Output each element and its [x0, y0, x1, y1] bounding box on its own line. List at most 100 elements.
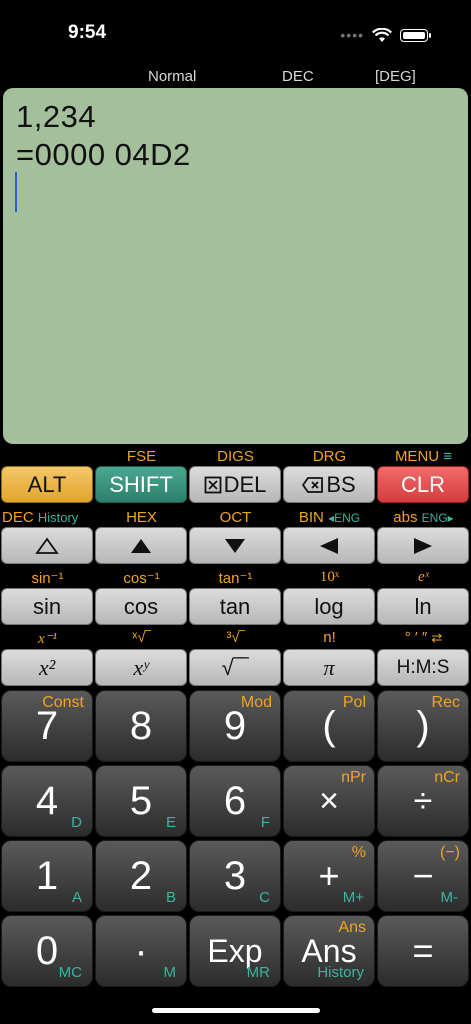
key-9-alt: Mod	[240, 694, 272, 711]
square-label: x²	[38, 654, 56, 680]
cos-button[interactable]: cos	[95, 588, 187, 625]
label-dec: DEC	[2, 509, 34, 526]
label-factorial: n!	[323, 629, 336, 646]
sqrt-label: √‾‾	[221, 654, 249, 680]
key-decimal-label: ·	[134, 928, 148, 973]
alt-button[interactable]: ALT	[1, 466, 93, 503]
key-divide[interactable]: ÷ nCr	[377, 765, 469, 837]
text-cursor	[15, 172, 17, 212]
key-2-label: 2	[129, 853, 153, 898]
key-add-label: +	[318, 855, 340, 896]
key-6-label: 6	[223, 778, 247, 823]
del-button[interactable]: DEL	[189, 466, 281, 503]
key-4-hex: D	[71, 814, 82, 831]
sin-button[interactable]: sin	[1, 588, 93, 625]
alt-label: ALT	[27, 471, 67, 497]
key-subtract[interactable]: − (−) M-	[377, 840, 469, 912]
label-degrees-text: ° ′ ″	[404, 629, 428, 646]
key-1[interactable]: 1 A	[1, 840, 93, 912]
left-arrow-button[interactable]	[283, 527, 375, 564]
label-xth-root: ˣ√‾	[132, 629, 151, 646]
key-equals[interactable]: =	[377, 915, 469, 987]
status-icons: ••••	[340, 26, 431, 44]
shift-label: SHIFT	[109, 471, 173, 497]
status-time: 9:54	[68, 22, 107, 43]
label-fse: FSE	[126, 448, 157, 465]
key-4-label: 4	[35, 778, 59, 823]
sqrt-button[interactable]: √‾‾	[189, 649, 281, 686]
hms-button[interactable]: H:M:S	[377, 649, 469, 686]
label-history: History	[37, 510, 79, 525]
key-4[interactable]: 4 D	[1, 765, 93, 837]
key-3-hex: C	[259, 889, 270, 906]
key-2[interactable]: 2 B	[95, 840, 187, 912]
shift-button[interactable]: SHIFT	[95, 466, 187, 503]
key-6-hex: F	[260, 814, 270, 831]
angle-mode: [DEG]	[375, 68, 416, 85]
key-add-memory: M+	[342, 889, 364, 906]
label-degrees: ° ′ ″ ⇄	[377, 629, 470, 646]
label-eng-right: ENG	[421, 511, 448, 525]
key-close-paren[interactable]: ) Rec	[377, 690, 469, 762]
key-ans-alt: Ans	[338, 919, 366, 936]
key-5-hex: E	[165, 814, 176, 831]
label-dec-history: DEC History	[2, 509, 78, 526]
battery-cap	[429, 32, 431, 38]
key-7-alt: Const	[42, 694, 84, 711]
key-exp[interactable]: Exp MR	[189, 915, 281, 987]
cycle-arrows-icon: ⇄	[431, 630, 443, 645]
key-3[interactable]: 3 C	[189, 840, 281, 912]
backspace-button[interactable]: BS	[283, 466, 375, 503]
key-add-alt: %	[351, 844, 366, 861]
key-5[interactable]: 5 E	[95, 765, 187, 837]
pi-button[interactable]: π	[283, 649, 375, 686]
label-abs: abs	[393, 509, 418, 526]
key-divide-alt: nCr	[434, 769, 460, 786]
log-label: log	[314, 593, 344, 619]
label-cube-root: ³√‾	[226, 629, 245, 646]
key-decimal[interactable]: · M	[95, 915, 187, 987]
label-asin: sin⁻¹	[31, 570, 64, 587]
wifi-icon	[372, 27, 392, 42]
key-subtract-memory: M-	[440, 889, 459, 906]
bs-label: BS	[326, 471, 356, 497]
key-ans-history: History	[317, 964, 364, 981]
up-arrow-button[interactable]	[95, 527, 187, 564]
signal-dots-icon: ••••	[340, 27, 364, 43]
key-open-paren[interactable]: ( Pol	[283, 690, 375, 762]
triangle-left-icon	[320, 537, 338, 554]
down-arrow-button[interactable]	[189, 527, 281, 564]
mode-row: Normal DEC [DEG]	[0, 68, 471, 88]
key-8[interactable]: 8	[95, 690, 187, 762]
key-3-label: 3	[223, 853, 247, 898]
key-subtract-label: −	[412, 855, 434, 896]
key-divide-label: ÷	[413, 781, 433, 820]
key-7[interactable]: 7 Const	[1, 690, 93, 762]
key-5-label: 5	[129, 778, 153, 823]
key-multiply[interactable]: × nPr	[283, 765, 375, 837]
right-arrow-button[interactable]	[377, 527, 469, 564]
home-indicator[interactable]	[152, 1008, 320, 1013]
clear-button[interactable]: CLR	[377, 466, 469, 503]
label-drg: DRG	[312, 448, 347, 465]
label-oct: OCT	[219, 509, 252, 526]
triangle-down-icon	[225, 538, 245, 553]
key-ans[interactable]: Ans Ans History	[283, 915, 375, 987]
label-ten-power: 10ˣ	[319, 569, 340, 585]
tan-button[interactable]: tan	[189, 588, 281, 625]
power-button[interactable]: xʸ	[95, 649, 187, 686]
square-button[interactable]: x²	[1, 649, 93, 686]
key-9[interactable]: 9 Mod	[189, 690, 281, 762]
clr-label: CLR	[400, 471, 445, 497]
power-label: xʸ	[133, 654, 149, 680]
key-0[interactable]: 0 MC	[1, 915, 93, 987]
key-multiply-label: ×	[319, 781, 339, 820]
key-open-paren-alt: Pol	[342, 694, 366, 711]
key-6[interactable]: 6 F	[189, 765, 281, 837]
log-button[interactable]: log	[283, 588, 375, 625]
key-add[interactable]: + % M+	[283, 840, 375, 912]
ln-button[interactable]: ln	[377, 588, 469, 625]
label-abs-eng: abs ENG▸	[393, 509, 454, 526]
backspace-icon	[302, 476, 324, 493]
up-outline-button[interactable]	[1, 527, 93, 564]
